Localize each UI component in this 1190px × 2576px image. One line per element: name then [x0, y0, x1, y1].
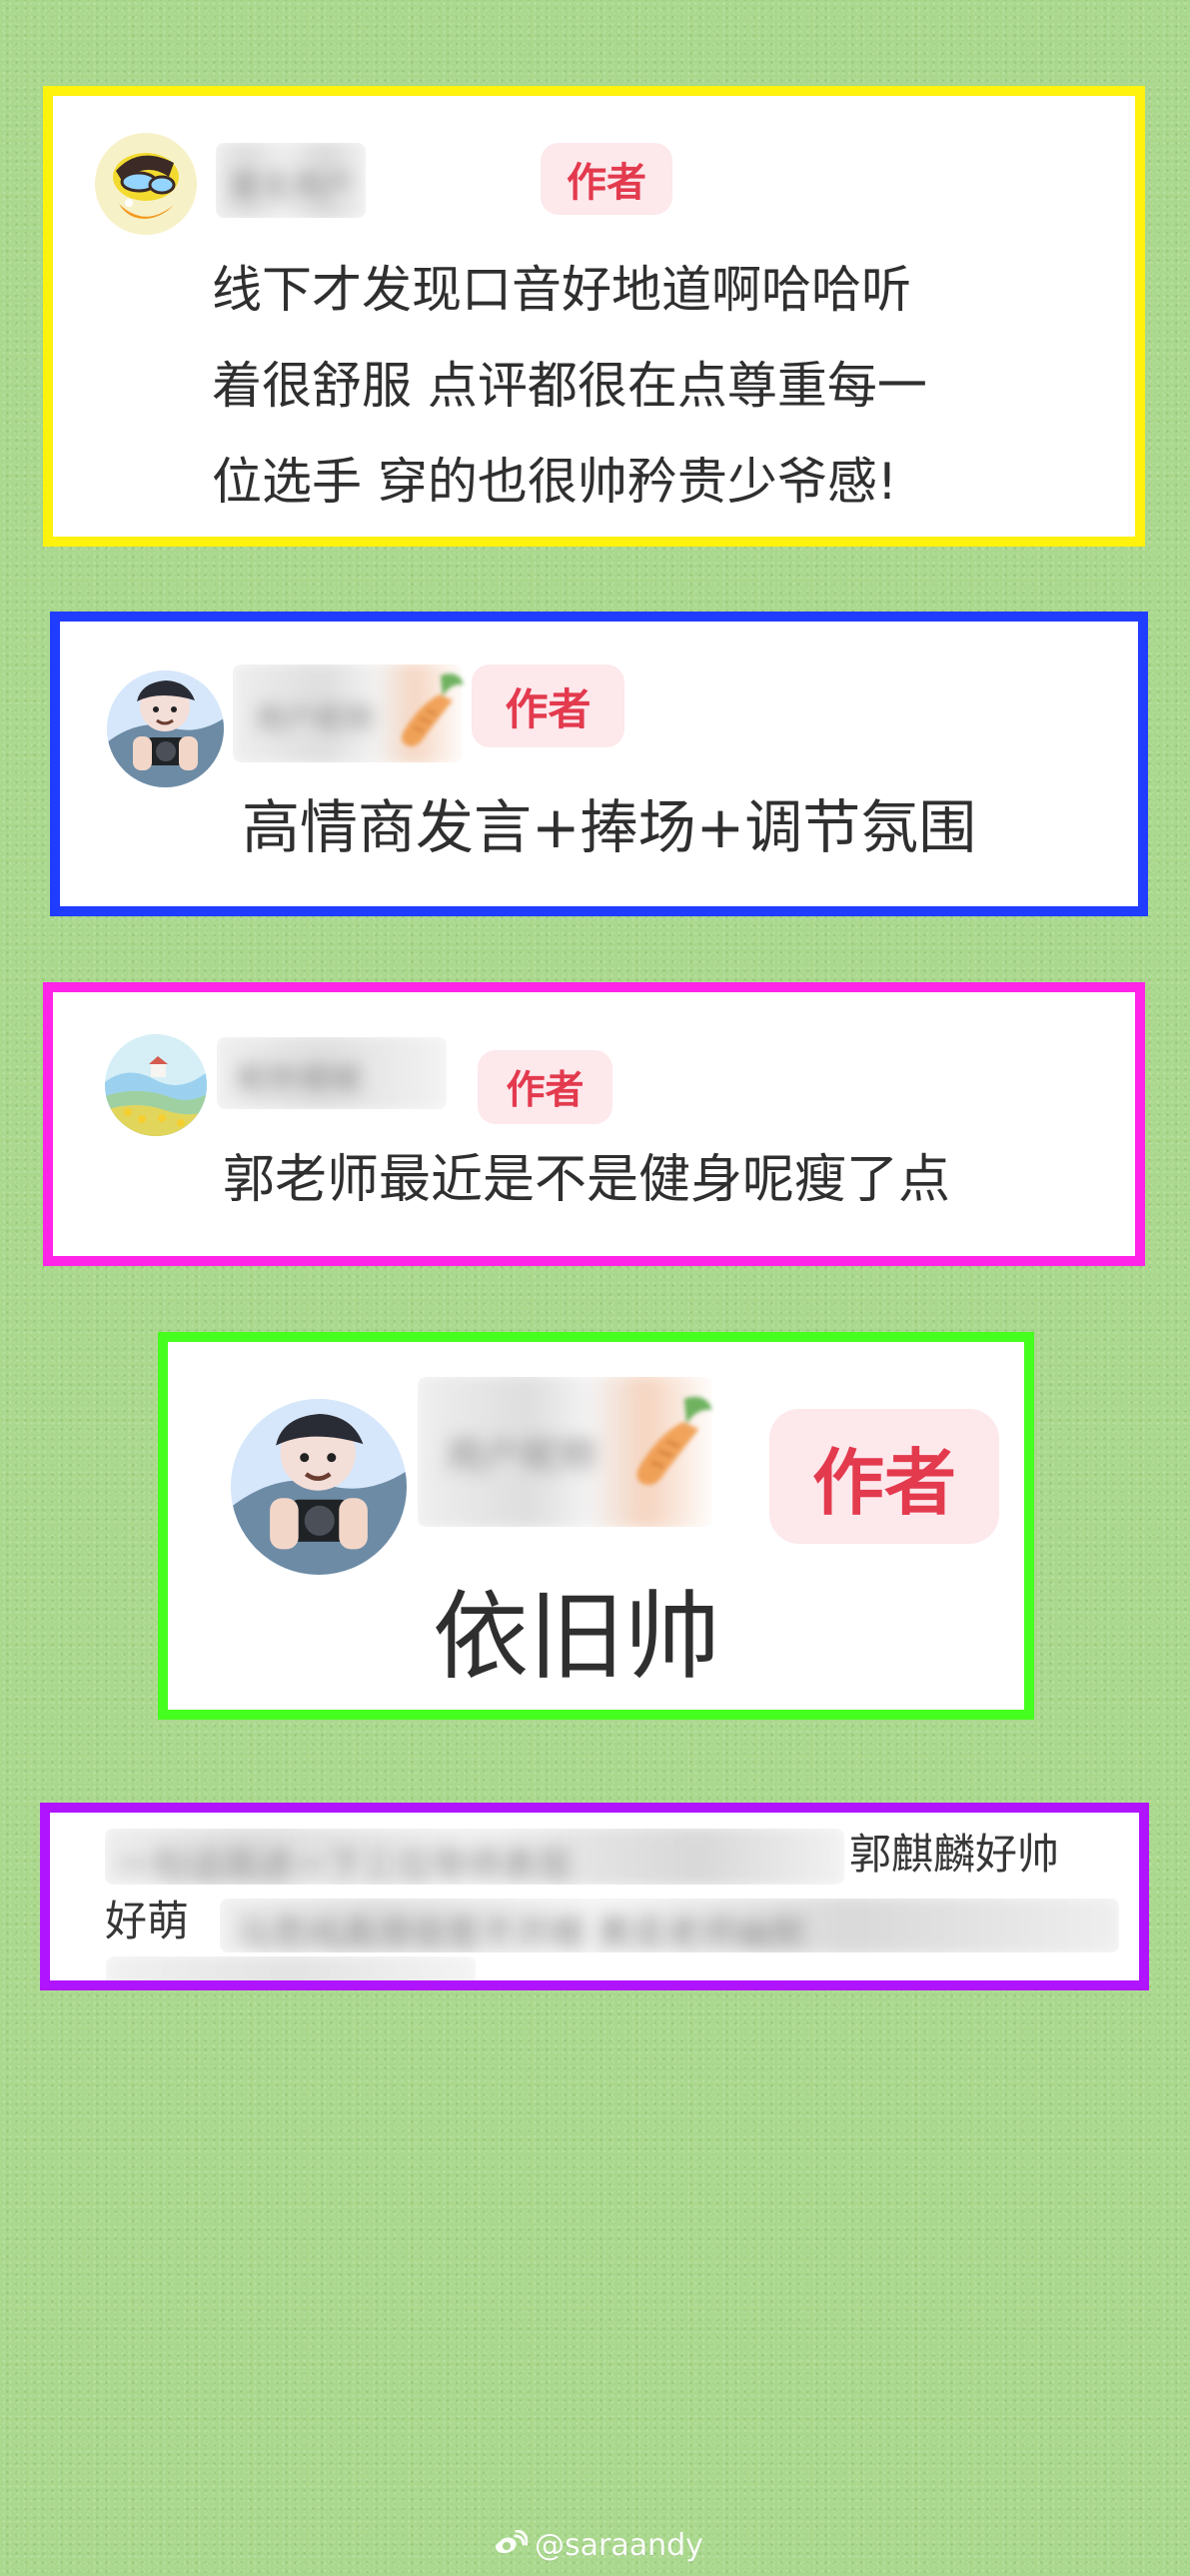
watermark: @saraandy	[490, 2527, 719, 2563]
carrot-icon	[402, 673, 464, 746]
blurred-text-segment-3	[106, 1956, 476, 1980]
camera-boy-avatar-icon	[107, 670, 224, 787]
comment-text: 线下才发现口音好地道啊哈哈听 着很舒服 点评都很在点尊重每一 位选手 穿的也很帅…	[212, 261, 927, 511]
user-avatar	[105, 1034, 207, 1136]
user-avatar	[107, 670, 224, 787]
blurred-username: 匿名用户	[216, 143, 366, 218]
weibo-logo-icon	[496, 2530, 528, 2554]
blurred-text-segment-2: 马思纯真得很惹不开眼 黄奕老师幽默	[220, 1899, 1119, 1952]
carrot-icon	[636, 1396, 712, 1486]
camera-boy-avatar-icon	[231, 1399, 407, 1575]
author-badge: 作者	[541, 143, 672, 215]
blurred-text-segment-1: 一句话简述一下三位导师表现	[105, 1829, 844, 1885]
watermark-handle: @saraandy	[535, 2527, 703, 2563]
author-badge: 作者	[472, 664, 624, 747]
comment-card-5: 一句话简述一下三位导师表现 郭麒麟好帅 好萌 马思纯真得很惹不开眼 黄奕老师幽默	[40, 1803, 1149, 1990]
author-badge: 作者	[478, 1050, 612, 1124]
user-avatar	[231, 1399, 407, 1575]
cartoon-avatar-icon	[95, 133, 197, 235]
comment-card-1: 匿名用户 作者 线下才发现口音好地道啊哈哈听 着很舒服 点评都很在点尊重每一 位…	[43, 86, 1145, 547]
comment-card-2: 用户昵称 作者 高情商发言+捧场+调节氛围	[50, 612, 1148, 916]
author-badge: 作者	[769, 1409, 999, 1544]
landscape-avatar-icon	[105, 1034, 207, 1136]
comment-card-3: 昵称模糊 作者 郭老师最近是不是健身呢瘦了点	[43, 982, 1145, 1266]
comment-text: 高情商发言+捧场+调节氛围	[242, 793, 977, 861]
blurred-username: 昵称模糊	[217, 1037, 447, 1109]
visible-text-2: 好萌	[105, 1897, 190, 1945]
comment-text: 依旧帅	[433, 1581, 720, 1693]
visible-text-1: 郭麒麟好帅	[849, 1830, 1060, 1879]
comment-card-4: 用户昵称 作者 依旧帅	[158, 1332, 1034, 1720]
user-avatar	[95, 133, 197, 235]
comment-text: 郭老师最近是不是健身呢瘦了点	[223, 1150, 951, 1210]
